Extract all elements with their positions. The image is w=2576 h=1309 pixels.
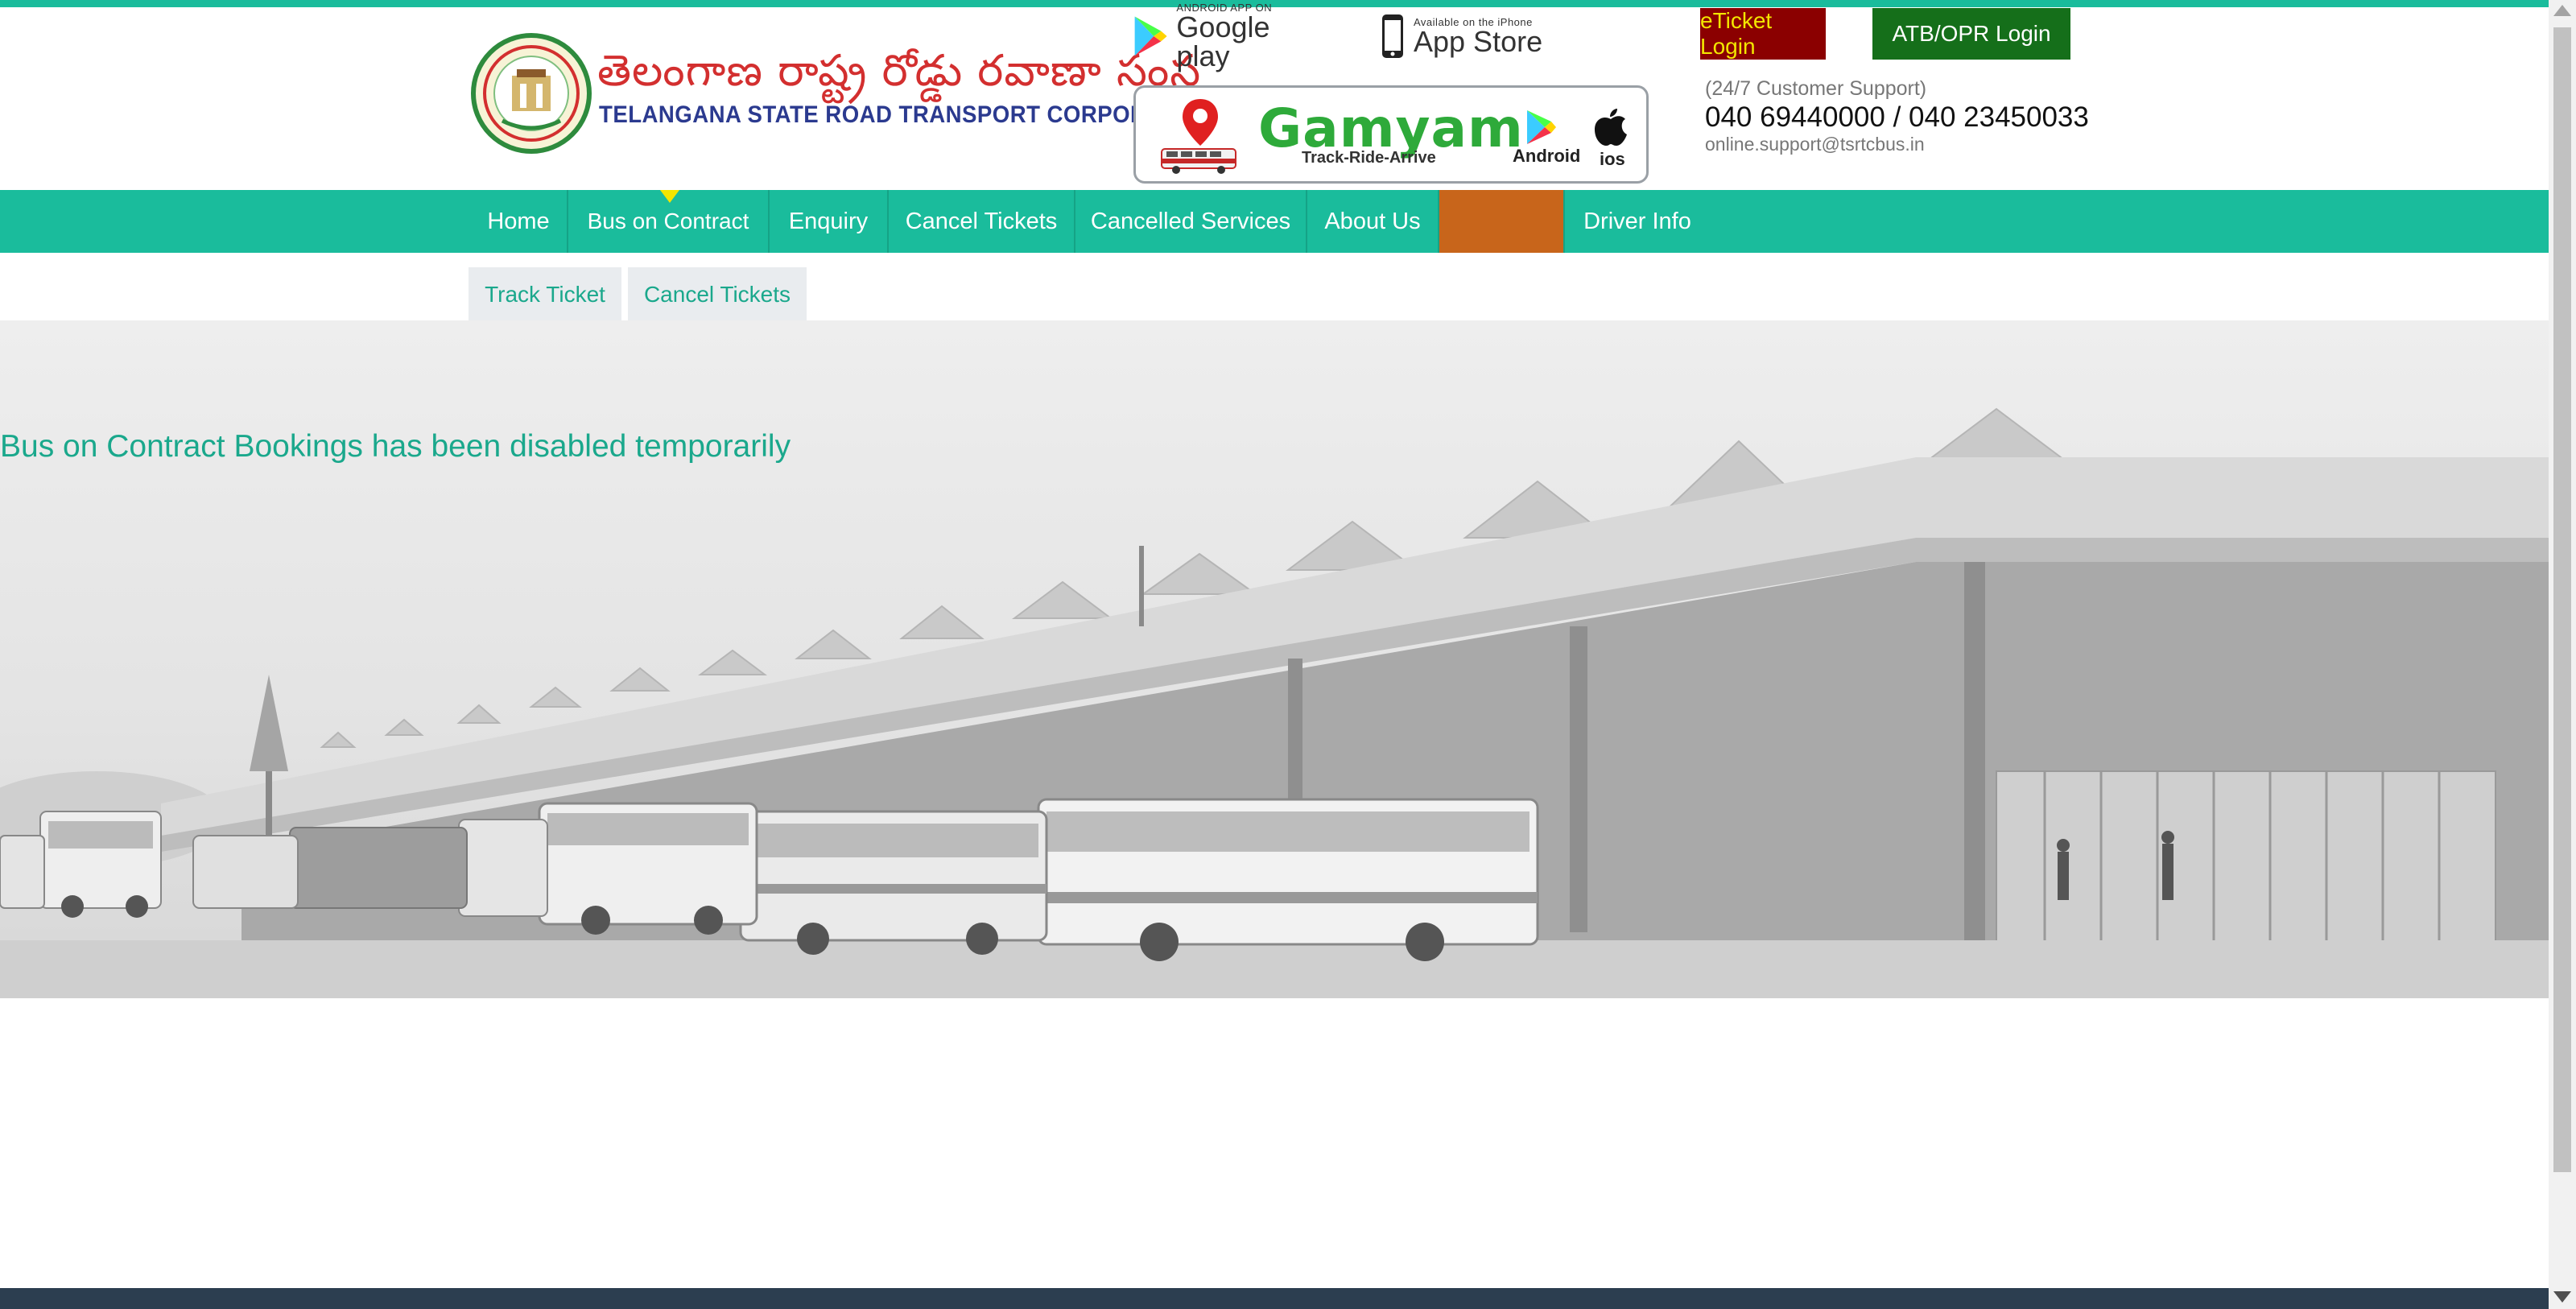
scrollbar-thumb[interactable] [2553, 27, 2571, 1172]
atb-opr-login-button[interactable]: ATB/OPR Login [1872, 8, 2070, 60]
app-store-badge[interactable]: Available on the iPhone App Store [1380, 10, 1565, 63]
apple-icon [1595, 109, 1627, 146]
nav-highlight-item[interactable] [1439, 190, 1565, 253]
nav-home[interactable]: Home [470, 190, 568, 253]
customer-support-email[interactable]: online.support@tsrtcbus.in [1705, 134, 1925, 155]
footer-bar [0, 1288, 2549, 1309]
scroll-down-arrow-icon[interactable] [2553, 1291, 2571, 1303]
hero-bus-station-image: Bus on Contract Bookings has been disabl… [0, 320, 2549, 998]
nav-cancel-tickets[interactable]: Cancel Tickets [889, 190, 1075, 253]
scroll-up-arrow-icon[interactable] [2553, 5, 2571, 16]
google-play-big-text: Google play [1176, 10, 1270, 72]
nav-enquiry[interactable]: Enquiry [770, 190, 889, 253]
nav-cancelled-services[interactable]: Cancelled Services [1075, 190, 1307, 253]
logo-english-text: TELANGANA STATE ROAD TRANSPORT CORPORATI… [599, 101, 1216, 128]
gamyam-ios-label: ios [1600, 149, 1625, 169]
bus-station-illustration [0, 407, 2549, 998]
main-navigation: Home Bus on Contract Enquiry Cancel Tick… [0, 190, 2549, 253]
play-store-icon [1527, 110, 1556, 144]
tsrtc-emblem-icon [471, 33, 592, 154]
app-store-big-text: App Store [1414, 24, 1543, 58]
nav-driver-info[interactable]: Driver Info [1565, 190, 1710, 253]
location-pin-icon [1183, 99, 1218, 146]
bus-icon [1161, 148, 1236, 174]
subtab-track-ticket[interactable]: Track Ticket [469, 267, 621, 322]
customer-support-phone: 040 69440000 / 040 23450033 [1705, 101, 2089, 133]
gamyam-android-label: Android [1513, 146, 1581, 166]
subtab-cancel-tickets[interactable]: Cancel Tickets [628, 267, 807, 322]
tsrtc-logo[interactable]: తెలంగాణ రాష్ట్ర రోడ్డు రవాణా సంస్థ TELAN… [470, 31, 1216, 154]
nav-about-us[interactable]: About Us [1307, 190, 1439, 253]
google-play-icon [1134, 16, 1167, 56]
customer-support-label: (24/7 Customer Support) [1705, 77, 1927, 100]
gamyam-app-banner[interactable]: Gamyam Track-Ride-Arrive Android ios [1133, 85, 1649, 184]
eticket-login-button[interactable]: eTicket Login [1700, 8, 1826, 60]
active-nav-indicator [660, 190, 679, 203]
apple-phone-icon [1382, 14, 1403, 58]
google-play-badge[interactable]: ANDROID APP ON Google play [1132, 2, 1317, 70]
booking-disabled-message: Bus on Contract Bookings has been disabl… [0, 429, 791, 464]
gamyam-tagline: Track-Ride-Arrive [1302, 149, 1436, 167]
logo-telugu-text: తెలంగాణ రాష్ట్ర రోడ్డు రవాణా సంస్థ [597, 45, 1202, 96]
